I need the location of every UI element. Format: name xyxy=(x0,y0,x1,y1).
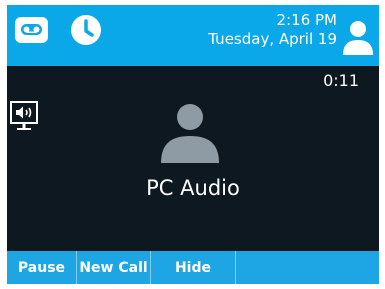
voicemail-icon xyxy=(21,24,42,35)
status-bar: 2:16 PM Tuesday, April 19 xyxy=(7,5,379,66)
softkey-bar: Pause New Call Hide xyxy=(7,251,379,284)
phone-screen: 2:16 PM Tuesday, April 19 0:11 PC Audio … xyxy=(7,5,379,284)
hide-button[interactable]: Hide xyxy=(151,251,236,284)
new-call-button[interactable]: New Call xyxy=(77,251,151,284)
user-avatar-icon[interactable] xyxy=(341,19,375,55)
pause-button[interactable]: Pause xyxy=(7,251,77,284)
voicemail-button[interactable] xyxy=(15,17,48,43)
status-date: Tuesday, April 19 xyxy=(208,30,337,48)
caller-avatar-icon xyxy=(161,104,219,163)
clock-icon xyxy=(84,19,94,37)
clock-button[interactable] xyxy=(71,15,101,45)
call-duration: 0:11 xyxy=(323,71,359,90)
empty-softkey xyxy=(236,251,379,284)
speaker-icon xyxy=(10,101,38,130)
status-time: 2:16 PM xyxy=(276,11,337,29)
caller-name: PC Audio xyxy=(146,176,240,200)
